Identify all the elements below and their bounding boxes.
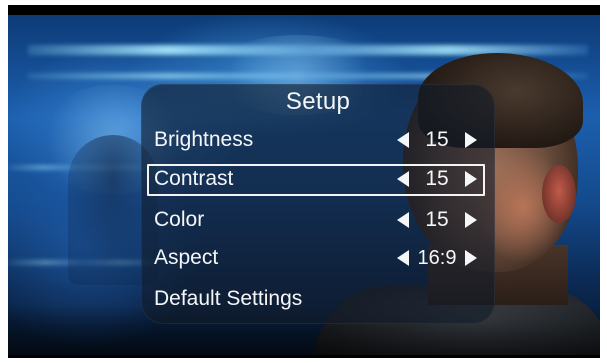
menu-item-brightness[interactable]: Brightness 15 [147, 125, 485, 157]
right-arrow-icon[interactable] [465, 171, 477, 187]
menu-item-value: 15 [425, 128, 449, 151]
menu-item-value: 16:9 [417, 247, 457, 269]
left-arrow-icon[interactable] [397, 212, 409, 228]
value-stepper: 15 [391, 127, 483, 153]
menu-item-default-settings[interactable]: Default Settings [147, 284, 485, 316]
left-arrow-icon[interactable] [397, 171, 409, 187]
tv-screen: Setup Brightness 15 Contrast 15 Color 15… [8, 5, 600, 358]
menu-item-label: Color [154, 208, 205, 231]
setup-menu: Setup Brightness 15 Contrast 15 Color 15… [141, 84, 495, 324]
right-arrow-icon[interactable] [465, 212, 477, 228]
menu-item-label: Default Settings [154, 287, 303, 310]
menu-title: Setup [285, 88, 351, 115]
value-stepper: 15 [391, 166, 483, 192]
right-arrow-icon[interactable] [465, 132, 477, 148]
menu-item-value: 15 [425, 167, 449, 190]
menu-item-contrast[interactable]: Contrast 15 [147, 164, 485, 196]
menu-item-label: Contrast [154, 167, 234, 190]
menu-item-label: Aspect [154, 246, 219, 269]
value-stepper: 15 [391, 207, 483, 233]
person-ear [542, 165, 576, 223]
menu-item-label: Brightness [154, 128, 254, 151]
menu-item-aspect[interactable]: Aspect 16:9 [147, 243, 485, 275]
menu-item-color[interactable]: Color 15 [147, 205, 485, 237]
value-stepper: 16:9 [391, 245, 483, 271]
right-arrow-icon[interactable] [465, 250, 477, 266]
menu-item-value: 15 [425, 208, 449, 231]
left-arrow-icon[interactable] [397, 132, 409, 148]
tv-frame: Setup Brightness 15 Contrast 15 Color 15… [0, 0, 607, 363]
